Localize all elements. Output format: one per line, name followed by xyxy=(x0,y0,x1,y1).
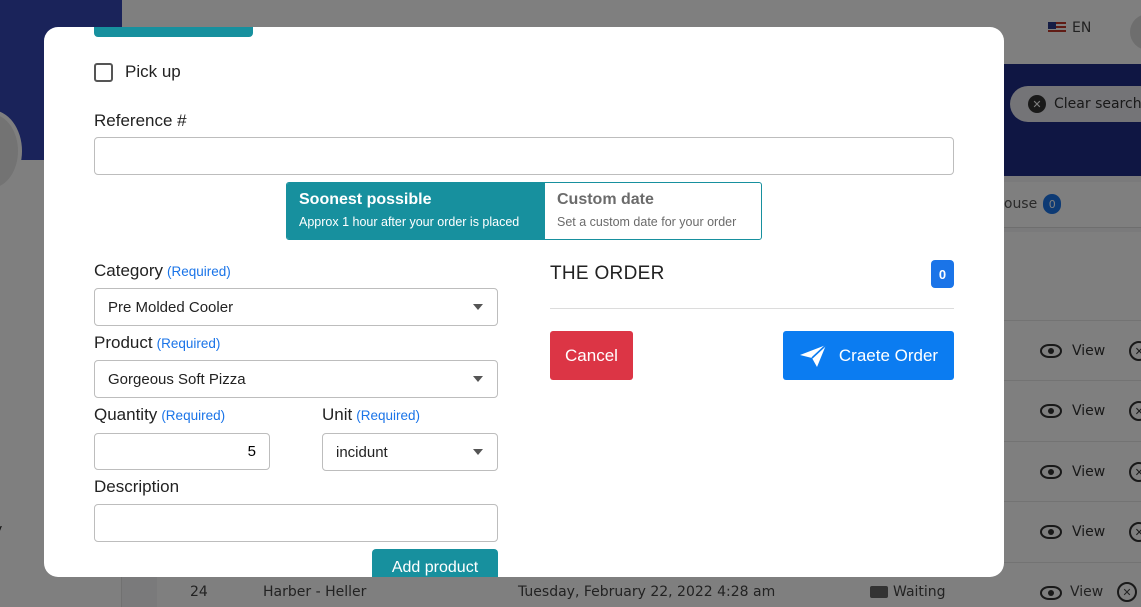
unit-label: Unit (Required) xyxy=(322,405,420,425)
custom-date-title: Custom date xyxy=(557,191,654,208)
reference-input[interactable] xyxy=(94,137,954,175)
description-label: Description xyxy=(94,477,180,496)
scrolled-top-button[interactable] xyxy=(94,27,253,37)
product-label-text: Product xyxy=(94,333,153,352)
pickup-checkbox[interactable] xyxy=(94,62,113,82)
order-count-badge: 0 xyxy=(931,260,954,288)
description-input[interactable] xyxy=(94,504,498,542)
custom-date-option[interactable]: Custom date Set a custom date for your o… xyxy=(545,183,761,239)
quantity-input[interactable] xyxy=(94,433,270,470)
reference-label: Reference # xyxy=(94,111,187,130)
category-select[interactable]: Pre Molded Cooler xyxy=(94,288,498,326)
required-tag: (Required) xyxy=(156,336,221,351)
add-product-button[interactable]: Add product xyxy=(372,549,498,577)
unit-select[interactable]: incidunt xyxy=(322,433,498,471)
quantity-label: Quantity (Required) xyxy=(94,405,225,425)
custom-date-subtitle: Set a custom date for your order xyxy=(557,215,737,229)
required-tag: (Required) xyxy=(161,408,226,423)
order-title: THE ORDER xyxy=(550,263,665,284)
product-value: Gorgeous Soft Pizza xyxy=(108,370,246,388)
caret-down-icon xyxy=(473,304,483,310)
paper-plane-icon xyxy=(799,343,827,367)
soonest-title: Soonest possible xyxy=(299,191,432,208)
create-order-label: Craete Order xyxy=(838,345,939,365)
required-tag: (Required) xyxy=(356,408,421,423)
product-label: Product (Required) xyxy=(94,333,220,353)
required-tag: (Required) xyxy=(166,264,231,279)
soonest-subtitle: Approx 1 hour after your order is placed xyxy=(299,215,520,229)
pickup-option[interactable]: Pick up xyxy=(94,62,181,82)
category-label: Category (Required) xyxy=(94,261,231,281)
category-value: Pre Molded Cooler xyxy=(108,298,234,316)
soonest-possible-option[interactable]: Soonest possible Approx 1 hour after you… xyxy=(287,183,545,239)
unit-label-text: Unit xyxy=(322,405,353,424)
product-select[interactable]: Gorgeous Soft Pizza xyxy=(94,360,498,398)
create-order-modal: Pick up Reference # Soonest possible App… xyxy=(44,27,1004,577)
unit-value: incidunt xyxy=(336,443,388,461)
order-divider xyxy=(550,308,954,309)
delivery-time-toggle: Soonest possible Approx 1 hour after you… xyxy=(286,182,762,240)
category-label-text: Category xyxy=(94,261,163,280)
quantity-label-text: Quantity xyxy=(94,405,158,424)
caret-down-icon xyxy=(473,449,483,455)
pickup-label: Pick up xyxy=(125,62,181,81)
cancel-button[interactable]: Cancel xyxy=(550,331,633,380)
create-order-button[interactable]: Craete Order xyxy=(783,331,954,380)
caret-down-icon xyxy=(473,376,483,382)
